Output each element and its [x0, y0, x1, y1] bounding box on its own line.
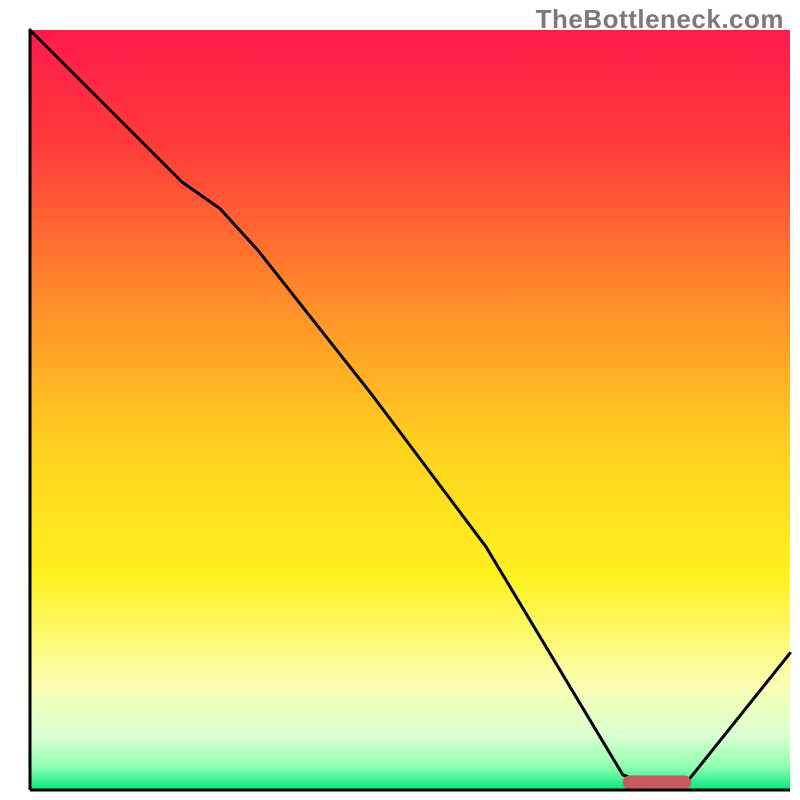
plot-area-group [30, 30, 790, 790]
chart-svg [0, 0, 800, 800]
bottleneck-chart: TheBottleneck.com [0, 0, 800, 800]
watermark-text: TheBottleneck.com [536, 4, 784, 35]
optimal-marker [623, 776, 691, 790]
